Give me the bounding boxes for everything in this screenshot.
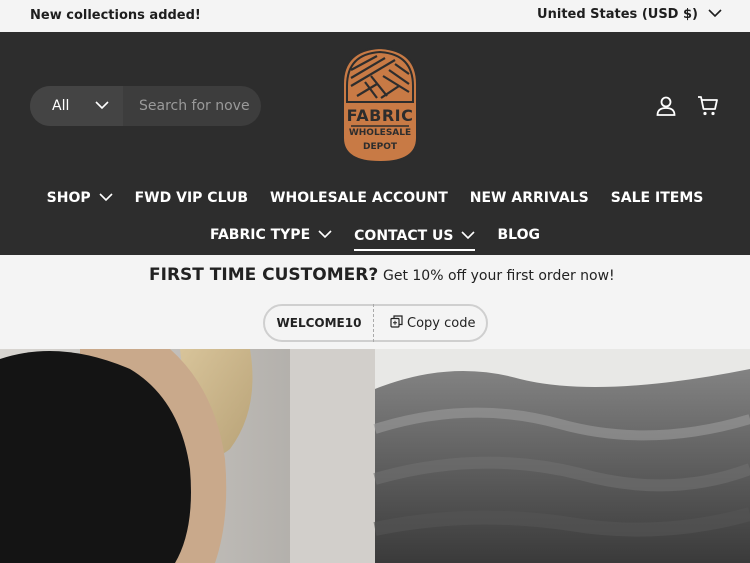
site-header: All FABRIC WHOLESALE DEPOT (0, 32, 750, 255)
nav-label: SALE ITEMS (610, 190, 704, 206)
nav-item-wholesale-account[interactable]: WHOLESALE ACCOUNT (270, 188, 448, 208)
search-category-select[interactable]: All (30, 86, 123, 126)
nav-item-shop[interactable]: SHOP (47, 188, 113, 208)
country-selector[interactable]: United States (USD $) (537, 7, 722, 22)
hero-photo (0, 349, 750, 563)
discount-code: WELCOME10 (265, 304, 374, 342)
announcement-bar: New collections added! United States (US… (0, 0, 750, 32)
copy-code-label: Copy code (407, 315, 476, 331)
discount-code-box: WELCOME10 Copy code (263, 304, 488, 342)
nav-label: SHOP (46, 190, 91, 206)
nav-item-vip-club[interactable]: FWD VIP CLUB (135, 188, 248, 208)
nav-label: BLOG (497, 227, 540, 243)
chevron-down-icon (99, 190, 113, 206)
copy-icon (390, 314, 403, 332)
logo-text-wholesale: WHOLESALE (348, 128, 412, 138)
nav-item-blog[interactable]: BLOG (497, 225, 540, 245)
nav-label: CONTACT US (354, 228, 454, 244)
hero-image (0, 349, 750, 563)
promo-banner: FIRST TIME CUSTOMER? Get 10% off your fi… (0, 255, 750, 349)
search-input[interactable] (123, 86, 261, 126)
chevron-down-icon (461, 228, 476, 244)
nav-label: FWD VIP CLUB (134, 190, 249, 206)
nav-label: WHOLESALE ACCOUNT (270, 190, 448, 206)
site-logo[interactable]: FABRIC WHOLESALE DEPOT (337, 46, 423, 164)
promo-subtitle: Get 10% off your first order now! (383, 268, 615, 284)
search-category-label: All (52, 98, 70, 114)
nav-item-new-arrivals[interactable]: NEW ARRIVALS (470, 188, 589, 208)
nav-label: NEW ARRIVALS (469, 190, 589, 206)
cart-icon[interactable] (696, 94, 720, 118)
chevron-down-icon (318, 227, 332, 243)
logo-text-fabric: FABRIC (346, 106, 414, 125)
nav-item-fabric-type[interactable]: FABRIC TYPE (210, 225, 332, 245)
nav-item-sale-items[interactable]: SALE ITEMS (611, 188, 704, 208)
search-bar: All (30, 86, 261, 126)
chevron-down-icon (708, 7, 722, 22)
copy-code-button[interactable]: Copy code (374, 314, 476, 332)
nav-label: FABRIC TYPE (210, 227, 311, 243)
promo-title: FIRST TIME CUSTOMER? (149, 265, 379, 285)
nav-item-contact-us[interactable]: CONTACT US (354, 225, 476, 251)
chevron-down-icon (95, 98, 109, 114)
country-label: United States (USD $) (537, 7, 698, 22)
logo-text-depot: DEPOT (362, 142, 397, 152)
header-icons (654, 94, 720, 118)
account-icon[interactable] (654, 94, 678, 118)
announcement-message: New collections added! (30, 8, 201, 23)
main-nav-row-1: SHOP FWD VIP CLUB WHOLESALE ACCOUNT NEW … (0, 188, 750, 208)
main-nav-row-2: FABRIC TYPE CONTACT US BLOG (0, 225, 750, 251)
